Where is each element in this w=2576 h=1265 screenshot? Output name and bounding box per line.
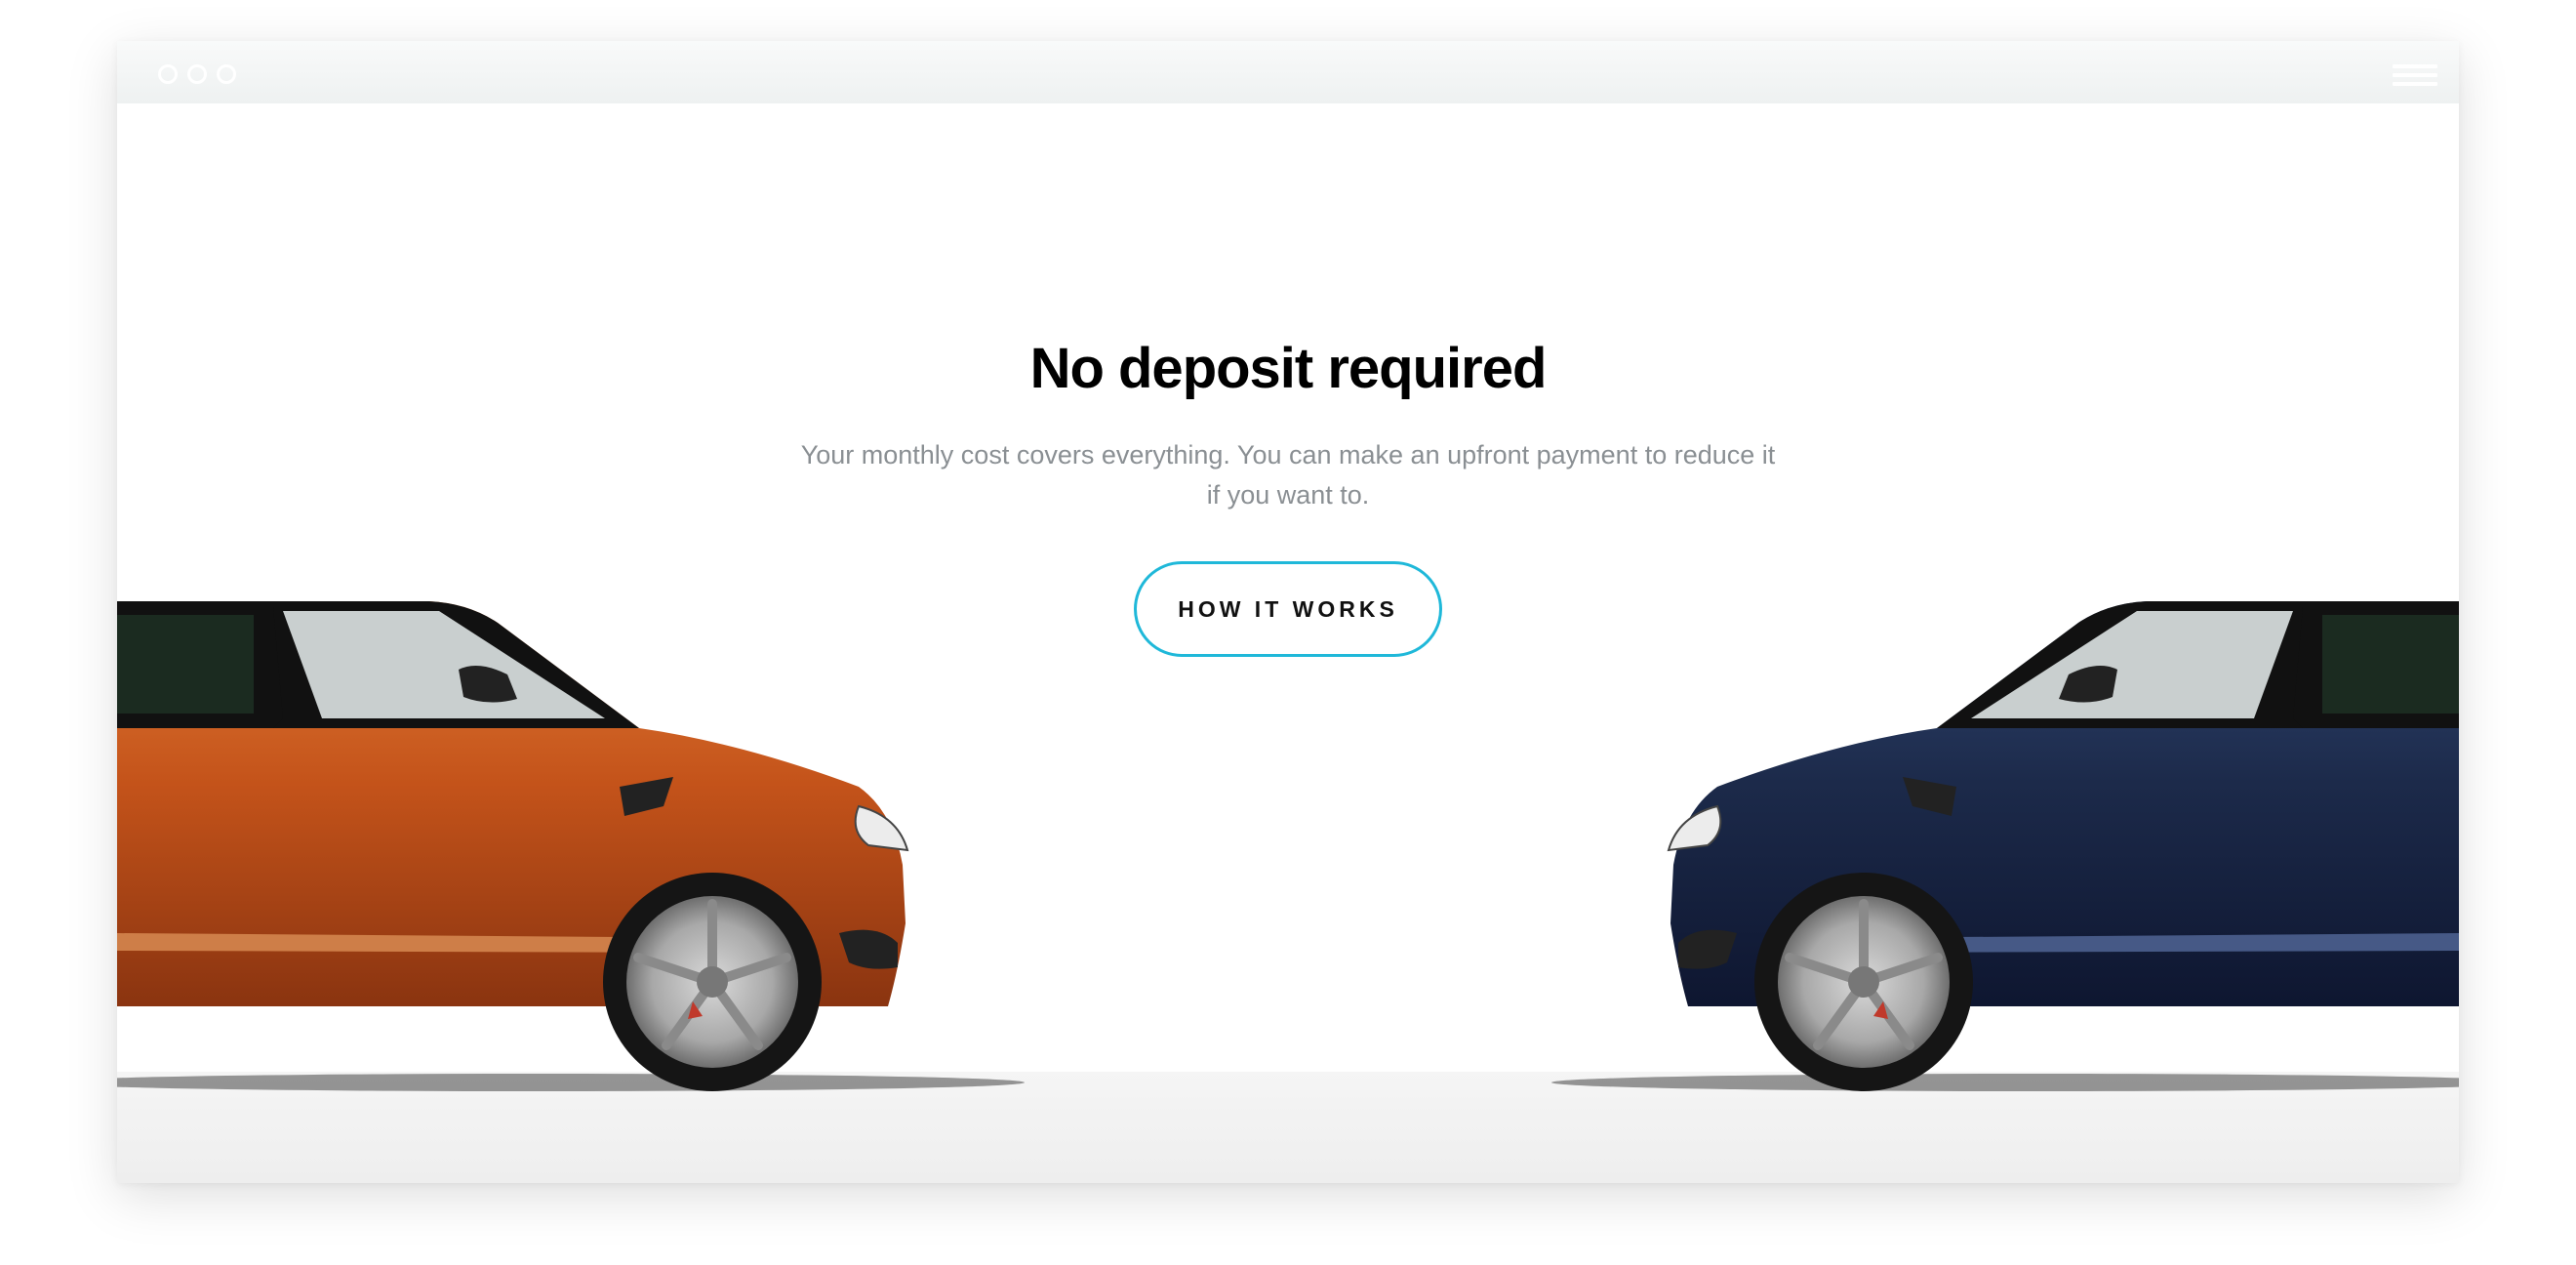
hamburger-menu-icon[interactable] [2393,64,2437,94]
window-dot-icon[interactable] [217,64,236,84]
blue-suv-image [1551,601,2459,1091]
window-dot-icon[interactable] [187,64,207,84]
hero-section: No deposit required Your monthly cost co… [117,103,2459,1183]
how-it-works-button[interactable]: HOW IT WORKS [1134,561,1442,657]
window-titlebar [117,41,2459,103]
hero-subtitle: Your monthly cost covers everything. You… [800,440,1776,510]
orange-suv-image [117,601,1025,1091]
window-dot-icon[interactable] [158,64,178,84]
window-controls [158,64,236,84]
hero-title: No deposit required [1029,337,1548,400]
browser-window: No deposit required Your monthly cost co… [117,41,2459,1183]
